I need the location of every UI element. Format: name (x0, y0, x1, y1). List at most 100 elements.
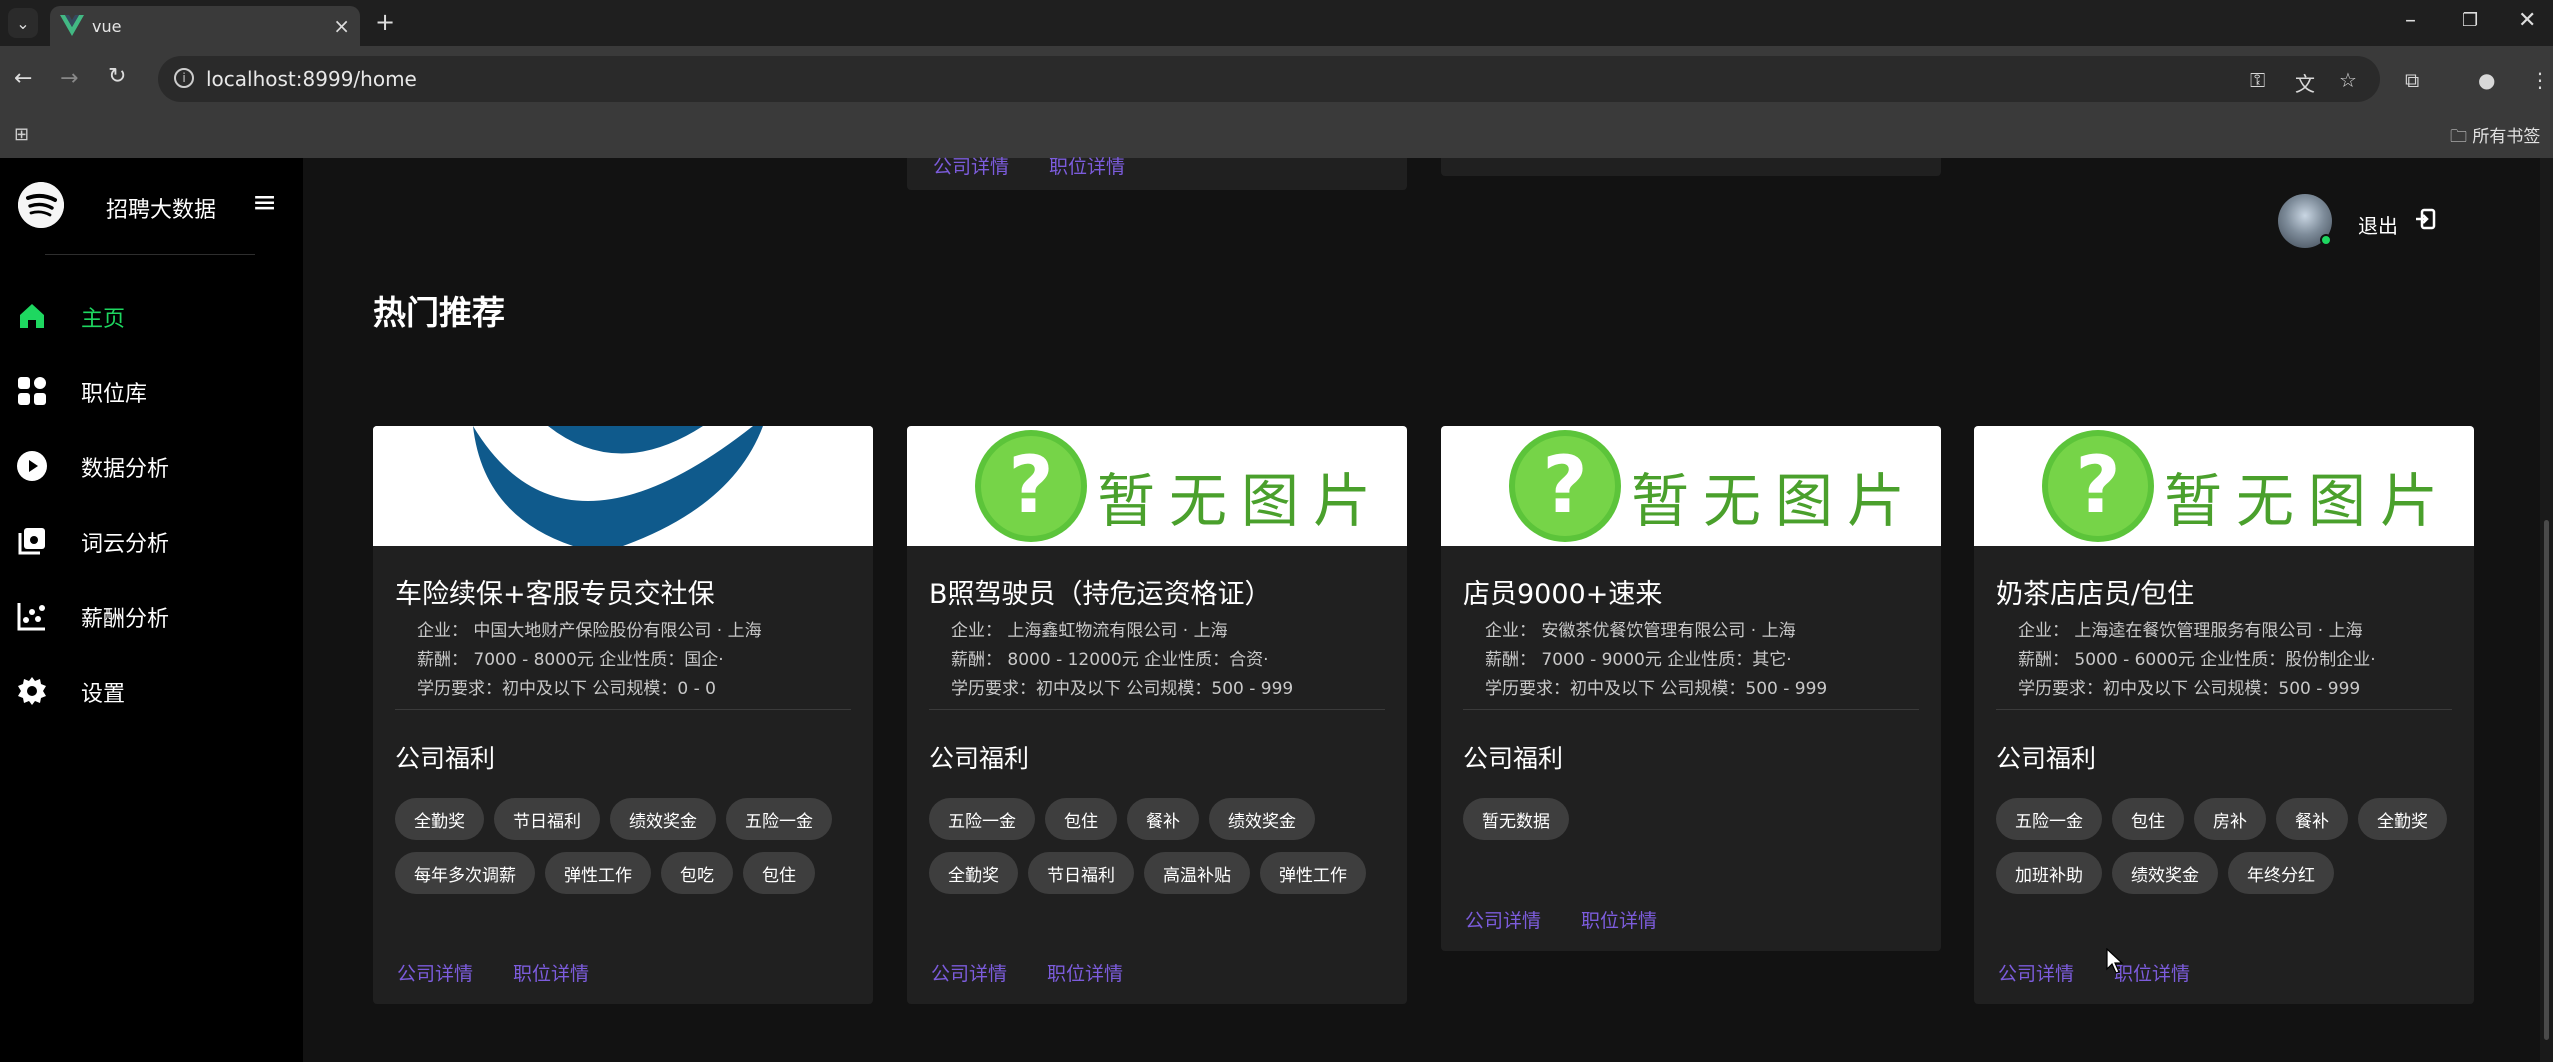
company-info: 企业： 安徽茶优餐饮管理有限公司 · 上海 (1485, 621, 1796, 641)
company-detail-link[interactable]: 公司详情 (1998, 959, 2074, 986)
company-detail-link[interactable]: 公司详情 (1465, 906, 1541, 933)
new-tab-icon[interactable]: + (375, 8, 395, 36)
education-info: 学历要求：初中及以下 公司规模：0 - 0 (417, 679, 716, 699)
welfare-tag: 包住 (1045, 798, 1117, 840)
welfare-tag: 绩效奖金 (610, 798, 716, 840)
online-status-dot (2320, 234, 2332, 246)
sidebar-item-label: 数据分析 (81, 457, 170, 482)
card-divider (1463, 709, 1919, 710)
no-image-text: 暂无图片 (2164, 467, 2453, 535)
tab-close-icon[interactable]: × (333, 14, 350, 38)
welfare-title: 公司福利 (1463, 744, 1564, 773)
question-mark-icon: ? (975, 430, 1087, 542)
no-image-text: 暂无图片 (1631, 467, 1920, 535)
company-info: 企业： 上海鑫虹物流有限公司 · 上海 (951, 621, 1228, 641)
url-text[interactable]: localhost:8999/home (206, 67, 417, 91)
logout-button[interactable]: 退出 (2358, 210, 2398, 239)
all-bookmarks-folder[interactable]: 🗀 所有书签 (2450, 122, 2540, 153)
company-detail-link[interactable]: 公司详情 (397, 959, 473, 986)
back-icon[interactable]: ← (14, 66, 32, 91)
window-restore-icon[interactable]: ❐ (2462, 10, 2478, 31)
app-root: 招聘大数据 ≡ 主页 职位库 数据分析 词云分析 薪酬分析 设置 公司详情 职位… (0, 156, 2553, 1062)
education-info: 学历要求：初中及以下 公司规模：500 - 999 (1485, 679, 1828, 699)
sidebar-item-jobs[interactable]: 职位库 (0, 361, 303, 417)
partial-card: 公司详情 职位详情 (907, 156, 1407, 190)
welfare-tag: 五险一金 (726, 798, 832, 840)
gear-icon (18, 677, 46, 705)
window-close-icon[interactable]: ✕ (2518, 8, 2536, 33)
job-title[interactable]: 奶茶店店员/包住 (1996, 572, 2194, 611)
welfare-tags: 五险一金 包住 餐补 绩效奖金 全勤奖 节日福利 高温补贴 弹性工作 (929, 798, 1399, 894)
translate-icon[interactable]: 文 (2295, 68, 2315, 97)
welfare-tag: 绩效奖金 (1209, 798, 1315, 840)
job-title[interactable]: 车险续保+客服专员交社保 (395, 572, 715, 611)
address-bar[interactable]: i localhost:8999/home (158, 56, 2380, 102)
sidebar-item-label: 主页 (81, 307, 126, 332)
salary-info: 薪酬： 7000 - 8000元 企业性质：国企· (417, 650, 724, 670)
salary-info: 薪酬： 7000 - 9000元 企业性质：其它· (1485, 650, 1792, 670)
job-title[interactable]: 店员9000+速来 (1463, 572, 1662, 611)
sidebar-item-label: 词云分析 (81, 532, 170, 557)
password-key-icon[interactable]: ⚿ (2250, 68, 2265, 92)
sidebar: 招聘大数据 ≡ 主页 职位库 数据分析 词云分析 薪酬分析 设置 (0, 158, 303, 1062)
sidebar-item-home[interactable]: 主页 (0, 286, 303, 342)
company-logo-image (373, 426, 873, 546)
sidebar-item-label: 职位库 (81, 382, 148, 407)
logout-icon[interactable] (2414, 208, 2436, 230)
welfare-tag: 高温补贴 (1144, 852, 1250, 894)
job-detail-link[interactable]: 职位详情 (1581, 906, 1657, 933)
job-detail-link[interactable]: 职位详情 (2114, 959, 2190, 986)
reload-icon[interactable]: ↻ (108, 64, 126, 89)
profile-icon[interactable]: ● (2478, 68, 2495, 92)
site-info-icon[interactable]: i (174, 68, 194, 88)
sidebar-item-salary[interactable]: 薪酬分析 (0, 586, 303, 642)
scrollbar-thumb[interactable] (2544, 520, 2549, 1040)
card-divider (395, 709, 851, 710)
question-mark-icon: ? (2042, 430, 2154, 542)
sidebar-item-data-analysis[interactable]: 数据分析 (0, 436, 303, 492)
question-mark-icon: ? (1509, 430, 1621, 542)
forward-icon[interactable]: → (60, 66, 78, 91)
company-info: 企业： 中国大地财产保险股份有限公司 · 上海 (417, 621, 762, 641)
bookmark-star-icon[interactable]: ☆ (2339, 68, 2357, 92)
hamburger-menu-icon[interactable]: ≡ (252, 188, 277, 218)
salary-info: 薪酬： 8000 - 12000元 企业性质：合资· (951, 650, 1269, 670)
bookmarks-bar: ⊞ 🗀 所有书签 (0, 110, 2553, 158)
welfare-tags: 全勤奖 节日福利 绩效奖金 五险一金 每年多次调薪 弹性工作 包吃 包住 (395, 798, 865, 894)
welfare-tag: 餐补 (2276, 798, 2348, 840)
education-info: 学历要求：初中及以下 公司规模：500 - 999 (2018, 679, 2361, 699)
play-circle-icon (17, 451, 47, 481)
job-title[interactable]: B照驾驶员（持危运资格证） (929, 572, 1272, 611)
welfare-tag: 全勤奖 (395, 798, 484, 840)
welfare-tag: 餐补 (1127, 798, 1199, 840)
salary-info: 薪酬： 5000 - 6000元 企业性质：股份制企业· (2018, 650, 2376, 670)
welfare-tag: 包吃 (661, 852, 733, 894)
scatter-chart-icon (17, 603, 45, 631)
extensions-icon[interactable]: ⧉ (2405, 68, 2419, 92)
library-icon (18, 528, 45, 555)
job-card: 车险续保+客服专员交社保 企业： 中国大地财产保险股份有限公司 · 上海 薪酬：… (373, 426, 873, 1004)
tab-search-chevron-icon[interactable]: ⌄ (8, 8, 38, 38)
welfare-tag: 绩效奖金 (2112, 852, 2218, 894)
company-info: 企业： 上海逵在餐饮管理服务有限公司 · 上海 (2018, 621, 2363, 641)
no-image-placeholder: ? 暂无图片 (1974, 426, 2474, 546)
sidebar-item-wordcloud[interactable]: 词云分析 (0, 511, 303, 567)
company-detail-link[interactable]: 公司详情 (933, 152, 1009, 179)
job-detail-link[interactable]: 职位详情 (513, 959, 589, 986)
sidebar-item-settings[interactable]: 设置 (0, 661, 303, 717)
welfare-tag: 节日福利 (1028, 852, 1134, 894)
job-detail-link[interactable]: 职位详情 (1047, 959, 1123, 986)
card-divider (929, 709, 1385, 710)
svg-text:?: ? (1542, 441, 1587, 531)
company-detail-link[interactable]: 公司详情 (931, 959, 1007, 986)
welfare-tag: 五险一金 (929, 798, 1035, 840)
folder-icon: 🗀 (2450, 127, 2473, 147)
apps-grid-icon[interactable]: ⊞ (14, 124, 29, 145)
job-detail-link[interactable]: 职位详情 (1049, 152, 1125, 179)
browser-tab[interactable]: vue × (50, 6, 360, 46)
welfare-title: 公司福利 (1996, 744, 2097, 773)
grid-icon (18, 377, 46, 405)
window-minimize-icon[interactable]: – (2405, 8, 2416, 33)
browser-menu-icon[interactable]: ⋮ (2530, 68, 2550, 92)
vue-logo-icon (60, 15, 84, 36)
